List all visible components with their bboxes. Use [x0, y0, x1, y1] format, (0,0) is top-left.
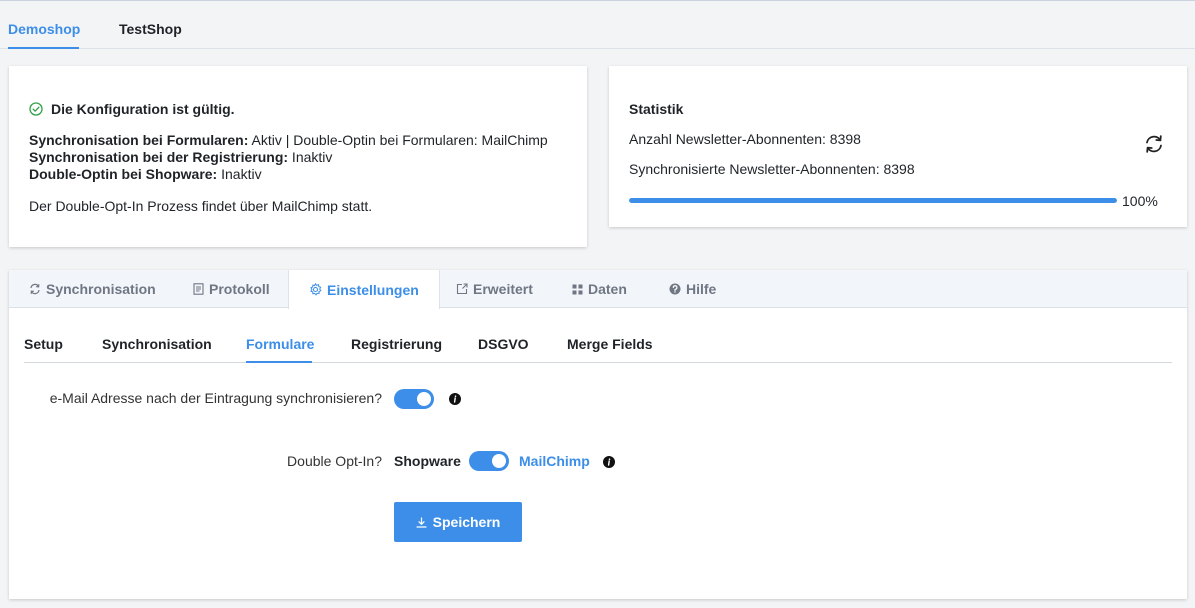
statistics-title: Statistik: [629, 101, 684, 117]
form-sync-status: Synchronisation bei Formularen: Aktiv | …: [29, 132, 548, 148]
status-title: Die Konfiguration ist gültig.: [29, 101, 235, 117]
shopware-optin-status: Double-Optin bei Shopware: Inaktiv: [29, 166, 262, 182]
sync-progress-fill: [629, 198, 1117, 203]
tab-protokoll[interactable]: Protokoll: [193, 270, 270, 308]
active-tab-indicator: [8, 47, 79, 49]
option-mailchimp[interactable]: MailChimp: [519, 453, 590, 469]
option-shopware[interactable]: Shopware: [394, 453, 461, 469]
tab-hilfe[interactable]: Hilfe: [669, 270, 716, 308]
subtab-formulare[interactable]: Formulare: [246, 336, 314, 352]
gear-icon: [310, 283, 322, 296]
configuration-status-card: Die Konfiguration ist gültig. Synchronis…: [9, 66, 587, 247]
tab-einstellungen[interactable]: Einstellungen: [288, 270, 440, 309]
double-optin-toggle[interactable]: [469, 451, 509, 471]
refresh-icon[interactable]: [1143, 133, 1165, 155]
subtab-synchronisation[interactable]: Synchronisation: [102, 336, 212, 352]
subtab-dsgvo[interactable]: DSGVO: [478, 336, 529, 352]
subtab-merge-fields[interactable]: Merge Fields: [567, 336, 653, 352]
subtab-setup[interactable]: Setup: [24, 336, 63, 352]
sync-progress-label: 100%: [1122, 193, 1158, 209]
status-title-text: Die Konfiguration ist gültig.: [51, 101, 235, 117]
tab-demoshop[interactable]: Demoshop: [8, 21, 80, 37]
save-button[interactable]: Speichern: [394, 502, 522, 542]
help-icon: [669, 283, 681, 295]
status-note: Der Double-Opt-In Prozess findet über Ma…: [29, 198, 373, 214]
registration-sync-status: Synchronisation bei der Registrierung: I…: [29, 149, 333, 165]
subtab-registrierung[interactable]: Registrierung: [351, 336, 442, 352]
status-details: Synchronisation bei Formularen: Aktiv | …: [29, 132, 548, 183]
tab-testshop[interactable]: TestShop: [119, 21, 182, 37]
document-icon: [193, 283, 204, 295]
active-subtab-indicator: [246, 361, 312, 363]
info-icon[interactable]: [449, 393, 461, 405]
sync-icon: [30, 283, 40, 295]
check-circle-icon: [29, 102, 43, 116]
grid-icon: [572, 284, 583, 294]
download-icon: [416, 516, 427, 528]
toggle-knob: [492, 454, 506, 468]
settings-card: Synchronisation Protokoll Einstellungen …: [9, 270, 1187, 599]
tab-synchronisation[interactable]: Synchronisation: [29, 270, 156, 308]
sync-progress-bar: [629, 198, 1117, 203]
toggle-knob: [417, 392, 431, 406]
sync-email-toggle[interactable]: [394, 389, 434, 409]
sync-email-label: e-Mail Adresse nach der Eintragung synch…: [49, 390, 382, 406]
main-tabs: Synchronisation Protokoll Einstellungen …: [9, 270, 1187, 309]
statistics-card: Statistik Anzahl Newsletter-Abonnenten: …: [609, 66, 1187, 227]
shop-tabs: Demoshop TestShop: [0, 1, 1195, 49]
external-icon: [456, 283, 468, 295]
tab-erweitert[interactable]: Erweitert: [456, 270, 533, 308]
sub-tabs: Setup Synchronisation Formulare Registri…: [24, 308, 1172, 363]
info-icon[interactable]: [603, 456, 615, 468]
subscriber-count: Anzahl Newsletter-Abonnenten: 8398: [629, 131, 861, 147]
double-optin-label: Double Opt-In?: [287, 453, 382, 469]
tab-daten[interactable]: Daten: [572, 270, 627, 308]
synced-subscriber-count: Synchronisierte Newsletter-Abonnenten: 8…: [629, 161, 915, 177]
